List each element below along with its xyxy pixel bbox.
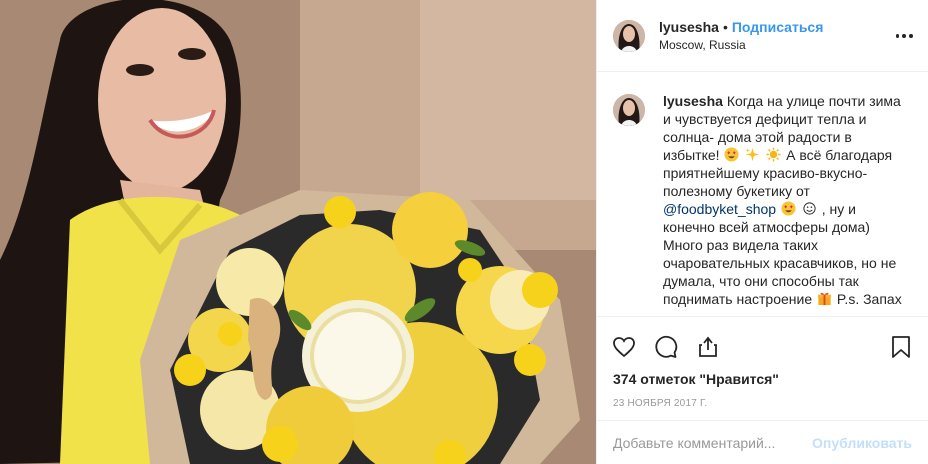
post-header: lyusesha • Подписаться Moscow, Russia xyxy=(597,0,928,72)
mention-link[interactable]: @foodbyket_shop xyxy=(663,201,776,217)
post-photo[interactable] xyxy=(0,0,596,464)
caption-author[interactable]: lyusesha xyxy=(663,93,723,109)
like-button[interactable] xyxy=(611,334,637,360)
more-icon[interactable] xyxy=(894,26,914,46)
share-button[interactable] xyxy=(695,334,721,360)
sparkles-emoji-icon xyxy=(745,147,760,162)
photo-illustration xyxy=(0,0,596,464)
publish-button[interactable]: Опубликовать xyxy=(812,435,912,451)
sun-emoji-icon xyxy=(766,147,781,162)
username-link[interactable]: lyusesha xyxy=(659,19,719,35)
comment-input[interactable] xyxy=(613,434,813,451)
location-link[interactable]: Moscow, Russia xyxy=(659,36,823,54)
heart-eyes-emoji-icon xyxy=(724,147,739,162)
smile-emoji-icon xyxy=(803,202,816,215)
likes-count[interactable]: 374 отметок "Нравится" xyxy=(597,368,928,392)
follow-button[interactable]: Подписаться xyxy=(732,19,824,35)
avatar-image xyxy=(613,19,645,52)
comment-form: Опубликовать xyxy=(597,420,928,464)
caption-text-4: P.s. Запах xyxy=(836,291,902,307)
bookmark-icon xyxy=(892,335,910,358)
avatar-image xyxy=(613,94,645,126)
save-button[interactable] xyxy=(888,334,914,360)
action-bar xyxy=(597,316,928,368)
post-caption: lyusesha Когда на улице почти зима и чув… xyxy=(663,92,911,316)
share-icon xyxy=(699,336,717,357)
gift-emoji-icon xyxy=(817,292,832,306)
avatar[interactable] xyxy=(613,19,645,52)
post-sidebar: lyusesha • Подписаться Moscow, Russia lyus… xyxy=(596,0,928,464)
instagram-post: lyusesha • Подписаться Moscow, Russia lyus… xyxy=(0,0,928,464)
post-date[interactable]: 23 ноября 2017 г. xyxy=(597,392,928,420)
comments-area: lyusesha Когда на улице почти зима и чув… xyxy=(597,72,928,316)
comment-icon xyxy=(655,335,678,358)
caption-avatar[interactable] xyxy=(613,94,645,126)
heart-eyes-emoji-icon xyxy=(781,201,796,216)
heart-icon xyxy=(613,336,635,357)
comment-button[interactable] xyxy=(653,334,679,360)
separator-dot: • xyxy=(722,18,728,35)
